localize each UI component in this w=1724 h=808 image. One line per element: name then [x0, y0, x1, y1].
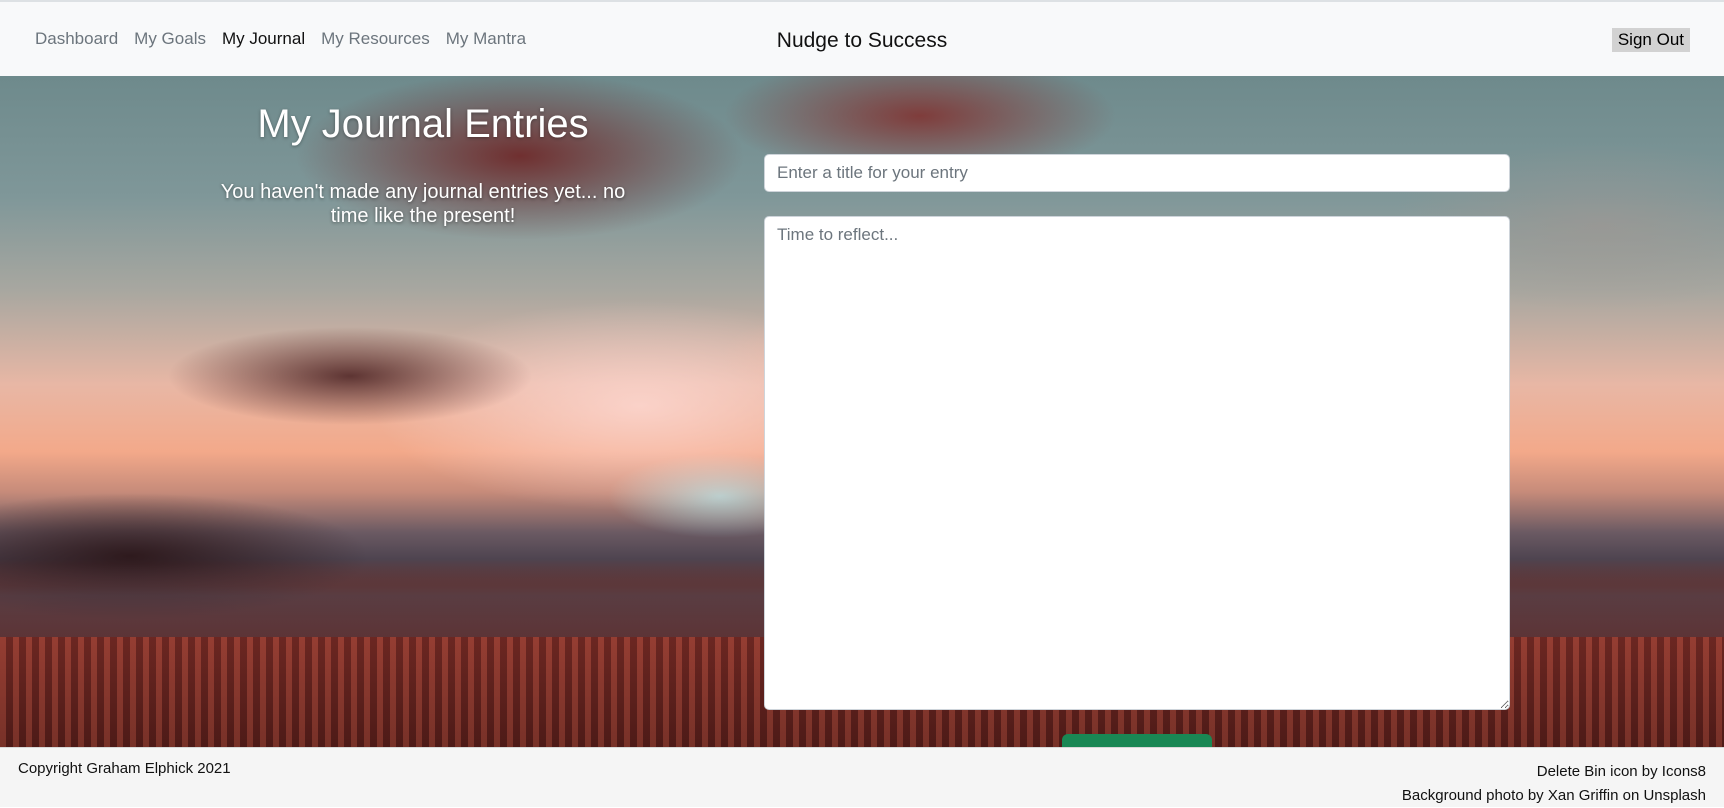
nav-link-my-goals[interactable]: My Goals	[126, 27, 214, 51]
empty-entries-message: You haven't made any journal entries yet…	[220, 181, 626, 227]
nav-links: Dashboard My Goals My Journal My Resourc…	[35, 27, 534, 51]
copyright-text: Copyright Graham Elphick 2021	[18, 760, 231, 777]
icon-credit[interactable]: Delete Bin icon by Icons8	[1402, 760, 1706, 784]
nav-link-my-journal[interactable]: My Journal	[214, 27, 313, 51]
entry-body-textarea[interactable]	[764, 216, 1510, 710]
brand-title: Nudge to Success	[776, 29, 948, 52]
nav-link-my-mantra[interactable]: My Mantra	[438, 27, 534, 51]
photo-credit[interactable]: Background photo by Xan Griffin on Unspl…	[1402, 784, 1706, 808]
entry-title-input[interactable]	[764, 154, 1510, 192]
journal-entries-panel: My Journal Entries You haven't made any …	[188, 100, 658, 228]
footer: Copyright Graham Elphick 2021 Delete Bin…	[0, 747, 1724, 807]
submit-entry-button[interactable]	[1062, 734, 1212, 748]
sign-out-button[interactable]: Sign Out	[1611, 28, 1690, 52]
credits: Delete Bin icon by Icons8 Background pho…	[1402, 760, 1706, 808]
navbar: Dashboard My Goals My Journal My Resourc…	[0, 0, 1724, 76]
nav-link-my-resources[interactable]: My Resources	[313, 27, 438, 51]
nav-link-dashboard[interactable]: Dashboard	[35, 27, 126, 51]
page-title: My Journal Entries	[257, 102, 589, 146]
